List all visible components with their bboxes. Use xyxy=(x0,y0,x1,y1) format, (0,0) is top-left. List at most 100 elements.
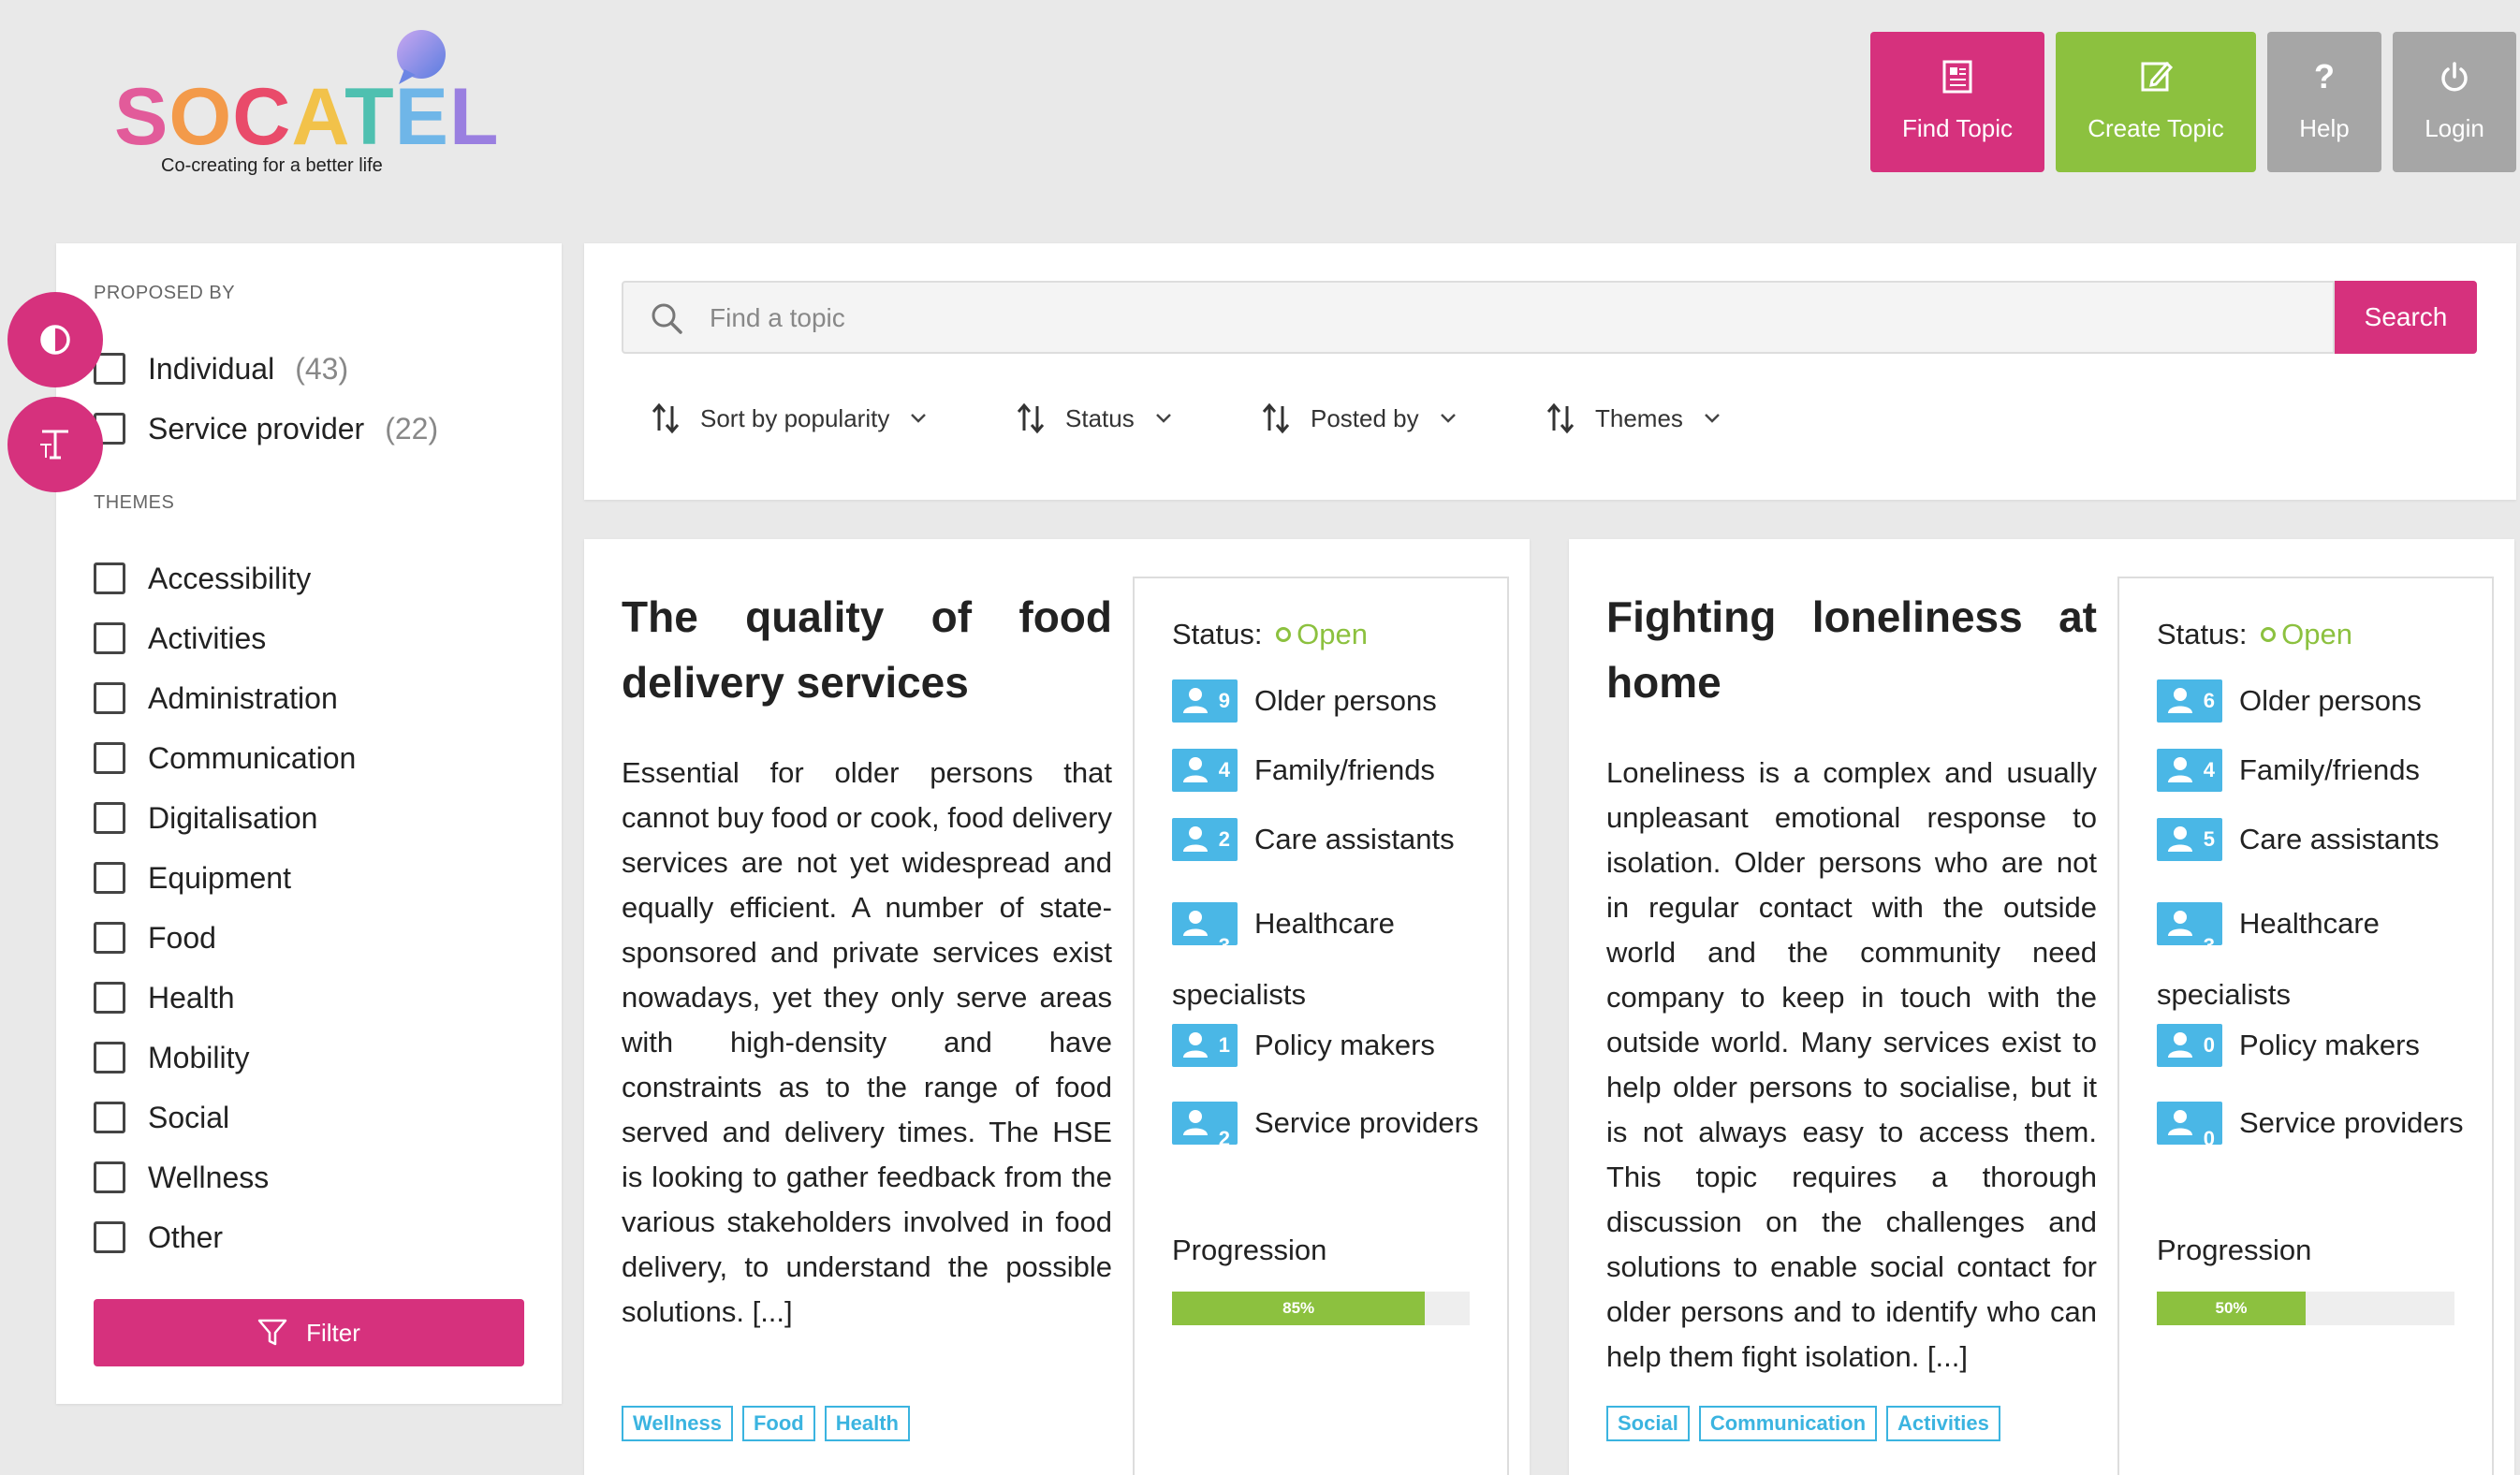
checkbox[interactable] xyxy=(94,802,125,834)
sort-popularity[interactable]: Sort by popularity xyxy=(652,395,927,442)
topic-title-line2: delivery services xyxy=(622,658,969,707)
theme-label: Wellness xyxy=(148,1160,270,1194)
tag[interactable]: Wellness xyxy=(622,1406,733,1441)
tag[interactable]: Food xyxy=(741,1406,815,1441)
filter-button[interactable]: Filter xyxy=(94,1299,524,1366)
count-badge: 6 xyxy=(2157,679,2222,723)
theme-label: Mobility xyxy=(148,1040,250,1074)
group-label: Service providers xyxy=(2239,1105,2464,1139)
count-value: 2 xyxy=(1218,1126,1230,1150)
status-line: Status: Open xyxy=(2157,618,2352,651)
chevron-down-icon xyxy=(911,414,927,423)
search-input[interactable] xyxy=(708,283,2303,354)
checkbox[interactable] xyxy=(94,562,125,594)
tag[interactable]: Communication xyxy=(1698,1406,1878,1441)
theme-administration[interactable]: Administration xyxy=(94,678,338,719)
topic-stats: Status: Open 6 Older persons 4 Family/frie… xyxy=(2117,577,2494,1475)
count-badge: 3 xyxy=(2157,901,2222,957)
count-value: 3 xyxy=(2203,933,2215,957)
tag[interactable]: Activities xyxy=(1886,1406,2000,1441)
checkbox[interactable] xyxy=(94,1161,125,1193)
filter-label: Service provider xyxy=(148,411,365,445)
topic-card[interactable]: Fighting loneliness at home Loneliness i… xyxy=(1569,539,2514,1475)
create-topic-button[interactable]: Create Topic xyxy=(2056,32,2256,172)
chevron-down-icon xyxy=(1155,414,1171,423)
checkbox[interactable] xyxy=(94,922,125,954)
theme-label: Digitalisation xyxy=(148,800,318,835)
theme-label: Communication xyxy=(148,740,357,775)
group-label: Family/friends xyxy=(2239,753,2420,786)
checkbox[interactable] xyxy=(94,1221,125,1253)
topic-stats: Status: Open 9 Older persons 4 Family/frie… xyxy=(1133,577,1509,1475)
filter-count: (22) xyxy=(385,411,439,445)
filter-service-provider[interactable]: Service provider (22) xyxy=(94,408,438,449)
theme-label: Food xyxy=(148,920,216,955)
find-topic-button[interactable]: Find Topic xyxy=(1870,32,2044,172)
search-icon xyxy=(652,303,682,334)
group-older-persons: 6 Older persons xyxy=(2157,679,2466,723)
contrast-toggle-button[interactable] xyxy=(7,292,103,387)
help-button[interactable]: ? Help xyxy=(2267,32,2381,172)
topic-title-line1: Fighting loneliness at xyxy=(1606,592,2097,641)
theme-food[interactable]: Food xyxy=(94,917,216,958)
theme-digitalisation[interactable]: Digitalisation xyxy=(94,797,317,839)
count-badge: 1 xyxy=(1172,1024,1238,1067)
filter-individual[interactable]: Individual (43) xyxy=(94,348,348,389)
count-badge: 4 xyxy=(2157,749,2222,792)
checkbox[interactable] xyxy=(94,622,125,654)
theme-wellness[interactable]: Wellness xyxy=(94,1157,269,1198)
sort-posted-by[interactable]: Posted by xyxy=(1262,395,1457,442)
count-badge: 0 xyxy=(2157,1024,2222,1067)
help-icon: ? xyxy=(2314,58,2335,95)
topic-card[interactable]: The quality of food delivery services Es… xyxy=(584,539,1530,1475)
person-icon xyxy=(1183,1032,1208,1058)
text-size-button[interactable] xyxy=(7,397,103,492)
power-icon xyxy=(2441,62,2468,92)
group-label: Older persons xyxy=(1254,684,1437,717)
group-care-assistants: 5 Care assistants xyxy=(2157,818,2466,861)
topic-title[interactable]: The quality of food delivery services xyxy=(622,584,1112,715)
theme-label: Social xyxy=(148,1100,230,1134)
sort-themes[interactable]: Themes xyxy=(1546,395,1721,442)
group-policy-makers: 0 Policy makers xyxy=(2157,1024,2466,1067)
topic-tags: Social Communication Activities xyxy=(1606,1406,2000,1441)
checkbox[interactable] xyxy=(94,682,125,714)
theme-label: Activities xyxy=(148,621,267,655)
create-topic-icon xyxy=(2141,61,2173,92)
sort-status[interactable]: Status xyxy=(1017,395,1172,442)
checkbox[interactable] xyxy=(94,1042,125,1073)
theme-equipment[interactable]: Equipment xyxy=(94,857,291,898)
person-icon xyxy=(1183,688,1208,713)
theme-activities[interactable]: Activities xyxy=(94,618,266,659)
person-icon xyxy=(2168,757,2192,782)
theme-label: Equipment xyxy=(148,860,291,895)
theme-accessibility[interactable]: Accessibility xyxy=(94,558,311,599)
checkbox[interactable] xyxy=(94,862,125,894)
count-value: 6 xyxy=(2203,689,2215,712)
theme-other[interactable]: Other xyxy=(94,1217,223,1258)
theme-mobility[interactable]: Mobility xyxy=(94,1037,249,1078)
group-label: Older persons xyxy=(2239,684,2422,717)
sort-label: Sort by popularity xyxy=(700,403,890,432)
logo[interactable]: SOCATEL Co-creating for a better life xyxy=(105,28,499,178)
group-older-persons: 9 Older persons xyxy=(1172,679,1481,723)
tag[interactable]: Social xyxy=(1606,1406,1690,1441)
search-button[interactable]: Search xyxy=(2335,281,2477,354)
sort-icon xyxy=(1546,402,1575,434)
topic-title[interactable]: Fighting loneliness at home xyxy=(1606,584,2097,715)
person-icon xyxy=(1183,757,1208,782)
proposed-by-title: PROPOSED BY xyxy=(94,283,236,303)
theme-social[interactable]: Social xyxy=(94,1097,229,1138)
progress-fill: 50% xyxy=(2157,1292,2306,1325)
checkbox[interactable] xyxy=(94,982,125,1014)
logo-tagline: Co-creating for a better life xyxy=(161,155,383,176)
login-button[interactable]: Login xyxy=(2393,32,2516,172)
tag[interactable]: Health xyxy=(824,1406,910,1441)
checkbox[interactable] xyxy=(94,742,125,774)
create-topic-label: Create Topic xyxy=(2088,114,2224,142)
svg-text:?: ? xyxy=(2314,58,2335,95)
checkbox[interactable] xyxy=(94,1102,125,1133)
theme-health[interactable]: Health xyxy=(94,977,235,1018)
count-value: 0 xyxy=(2203,1126,2215,1150)
theme-communication[interactable]: Communication xyxy=(94,738,356,779)
